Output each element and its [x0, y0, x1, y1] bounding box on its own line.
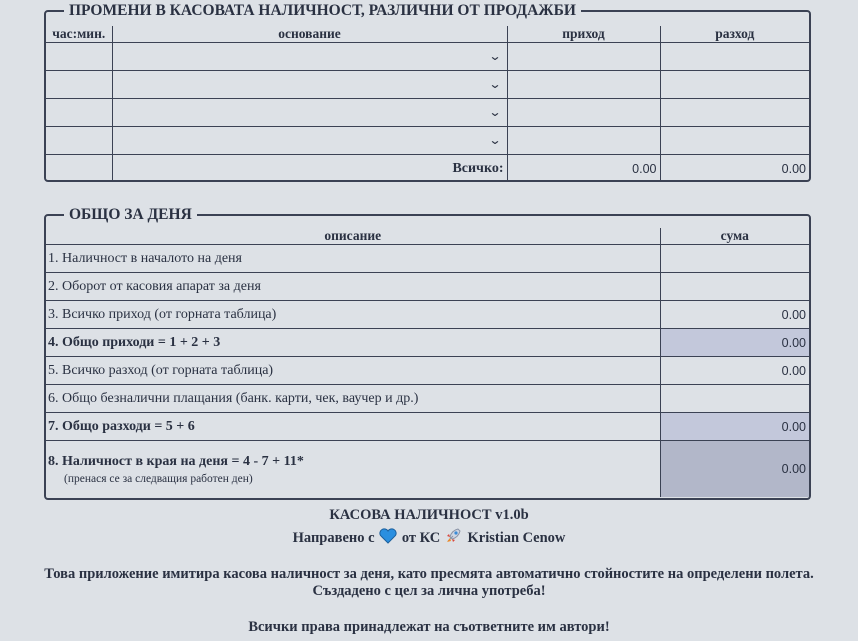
closing-cash-cell: 8. Наличност в края на деня = 4 - 7 + 11…: [46, 440, 661, 497]
made-author: Kristian Cenow: [467, 529, 566, 546]
closing-cash-value: 0.00: [660, 440, 809, 497]
col-description-header: описание: [46, 228, 661, 245]
register-turnover-input[interactable]: [660, 272, 809, 301]
row-label: 6. Общо безналични плащания (банк. карти…: [46, 384, 661, 413]
chevron-down-icon[interactable]: ⌄: [489, 99, 502, 126]
cash-changes-legend: ПРОМЕНИ В КАСОВАТА НАЛИЧНОСТ, РАЗЛИЧНИ О…: [64, 1, 581, 21]
row-note: (пренася се за следващия работен ден): [64, 472, 253, 485]
income-input[interactable]: [507, 98, 661, 127]
table-row: 6. Общо безналични плащания (банк. карти…: [46, 384, 809, 413]
row-value: 0.00: [660, 356, 809, 385]
row-label: 7. Общо разходи = 5 + 6: [46, 412, 661, 441]
expense-input[interactable]: [660, 126, 809, 155]
chevron-down-icon[interactable]: ⌄: [489, 71, 502, 98]
table-row: 3. Всичко приход (от горната таблица) 0.…: [46, 300, 809, 329]
table-row: ⌄: [46, 126, 809, 155]
chevron-down-icon[interactable]: ⌄: [489, 43, 502, 70]
table-header-row: описание сума: [46, 228, 809, 245]
made-mid: от КС: [401, 529, 441, 546]
total-row: Всичко: 0.00 0.00: [46, 154, 809, 182]
row-value: 0.00: [660, 300, 809, 329]
footer-title: КАСОВА НАЛИЧНОСТ v1.0b: [329, 507, 529, 523]
cashless-payments-input[interactable]: [660, 384, 809, 413]
reason-select[interactable]: ⌄: [112, 70, 508, 99]
reason-select[interactable]: ⌄: [112, 126, 508, 155]
time-input[interactable]: [46, 126, 113, 155]
total-income: 0.00: [507, 154, 661, 182]
expense-input[interactable]: [660, 98, 809, 127]
table-row: ⌄: [46, 70, 809, 99]
table-row: 4. Общо приходи = 1 + 2 + 3 0.00: [46, 328, 809, 357]
time-input[interactable]: [46, 42, 113, 71]
made-prefix: Направено с: [292, 529, 375, 546]
table-row: ⌄: [46, 42, 809, 71]
row-label: 5. Всичко разход (от горната таблица): [46, 356, 661, 385]
total-expense: 0.00: [660, 154, 809, 182]
income-input[interactable]: [507, 70, 661, 99]
income-input[interactable]: [507, 42, 661, 71]
cash-changes-panel: ПРОМЕНИ В КАСОВАТА НАЛИЧНОСТ, РАЗЛИЧНИ О…: [44, 1, 811, 182]
cash-changes-table: час:мин. основание приход разход ⌄ ⌄ ⌄ ⌄: [46, 26, 809, 182]
rocket-icon: [444, 527, 464, 550]
col-expense-header: разход: [715, 26, 755, 41]
daily-summary-panel: ОБЩО ЗА ДЕНЯ описание сума 1. Наличност …: [44, 205, 811, 500]
table-row: 2. Оборот от касовия апарат за деня: [46, 272, 809, 301]
footer-rights: Всички права принадлежат на съответните …: [248, 619, 610, 635]
income-input[interactable]: [507, 126, 661, 155]
col-reason-header: основание: [112, 26, 508, 43]
opening-cash-input[interactable]: [660, 244, 809, 273]
table-row: 1. Наличност в началото на деня: [46, 244, 809, 273]
reason-select[interactable]: ⌄: [112, 98, 508, 127]
total-expense-value: 0.00: [660, 412, 809, 441]
daily-summary-legend: ОБЩО ЗА ДЕНЯ: [64, 205, 197, 225]
footer-description: Това приложение имитира касова наличност…: [44, 566, 814, 582]
col-sum-header: сума: [720, 228, 749, 243]
row-label: 3. Всичко приход (от горната таблица): [46, 300, 661, 329]
chevron-down-icon[interactable]: ⌄: [489, 127, 502, 154]
row-label: 1. Наличност в началото на деня: [46, 244, 661, 273]
col-income-header: приход: [507, 26, 661, 43]
row-label: 2. Оборот от касовия апарат за деня: [46, 272, 661, 301]
footer-purpose: Създадено с цел за лична употреба!: [312, 583, 546, 599]
table-header-row: час:мин. основание приход разход: [46, 26, 809, 43]
time-input[interactable]: [46, 98, 113, 127]
expense-input[interactable]: [660, 42, 809, 71]
daily-summary-table: описание сума 1. Наличност в началото на…: [46, 228, 809, 497]
heart-icon: [378, 528, 398, 549]
col-time-header: час:мин.: [46, 26, 113, 43]
row-label: 4. Общо приходи = 1 + 2 + 3: [46, 328, 661, 357]
time-input[interactable]: [46, 70, 113, 99]
reason-select[interactable]: ⌄: [112, 42, 508, 71]
expense-input[interactable]: [660, 70, 809, 99]
row-label: 8. Наличност в края на деня = 4 - 7 + 11…: [48, 453, 304, 469]
footer-credits: Направено с от КС Kristian Cenow: [0, 527, 858, 550]
total-spacer: [46, 154, 113, 182]
total-label: Всичко:: [112, 154, 508, 182]
table-row: 5. Всичко разход (от горната таблица) 0.…: [46, 356, 809, 385]
total-income-value: 0.00: [660, 328, 809, 357]
table-row: 7. Общо разходи = 5 + 6 0.00: [46, 412, 809, 441]
table-row: 8. Наличност в края на деня = 4 - 7 + 11…: [46, 440, 809, 497]
table-row: ⌄: [46, 98, 809, 127]
